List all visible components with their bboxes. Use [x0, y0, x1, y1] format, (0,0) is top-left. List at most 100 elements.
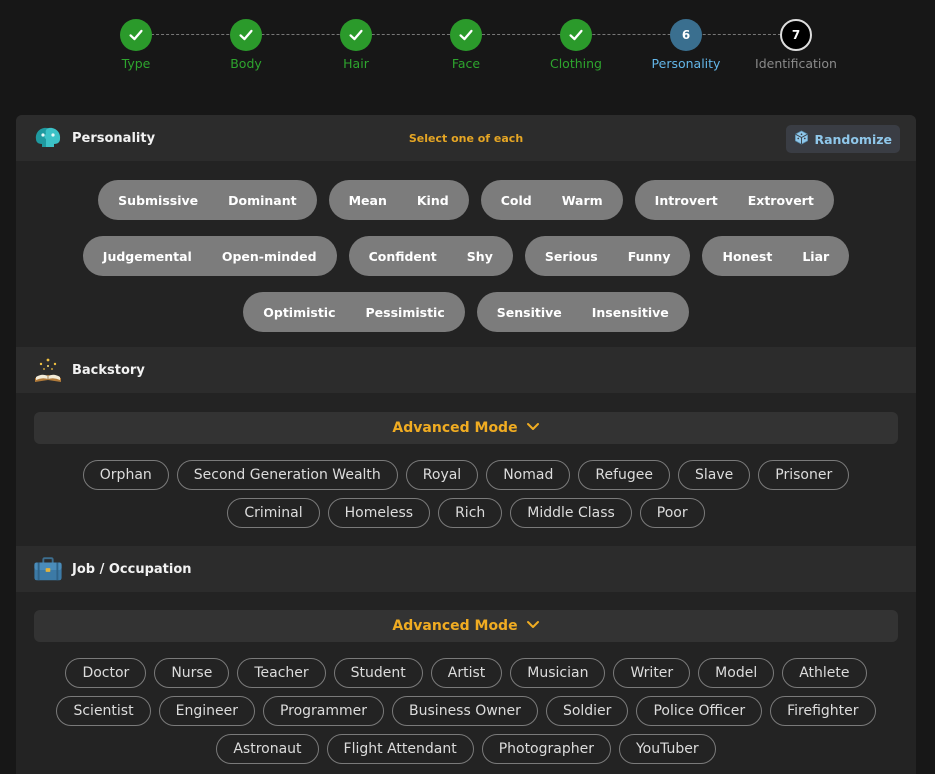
trait-option[interactable]: Honest	[722, 249, 772, 264]
backstory-chip[interactable]: Nomad	[486, 460, 571, 490]
progress-stepper: Type Body Hair Face Clothing 6 Personali…	[0, 0, 935, 100]
trait-option[interactable]: Funny	[628, 249, 671, 264]
chevron-down-icon	[526, 618, 540, 634]
job-chip[interactable]: Scientist	[56, 696, 151, 726]
trait-pair: Confident Shy	[348, 236, 513, 276]
trait-pair: Sensitive Insensitive	[476, 292, 689, 332]
trait-pair: Optimistic Pessimistic	[243, 292, 465, 332]
trait-option[interactable]: Confident	[369, 249, 437, 264]
trait-option[interactable]: Introvert	[655, 193, 718, 208]
backstory-chip[interactable]: Second Generation Wealth	[176, 460, 398, 490]
job-options-row: Scientist Engineer Programmer Business O…	[16, 696, 916, 726]
trait-pair: Introvert Extrovert	[634, 180, 834, 220]
trait-pair: Cold Warm	[480, 180, 623, 220]
open-book-icon	[33, 356, 63, 384]
job-chip[interactable]: Soldier	[545, 696, 629, 726]
job-chip[interactable]: Athlete	[782, 658, 867, 688]
check-icon	[450, 19, 482, 51]
step-personality[interactable]: 6 Personality	[631, 19, 741, 71]
job-chip[interactable]: Model	[698, 658, 775, 688]
step-label: Identification	[755, 56, 837, 71]
advanced-mode-label: Advanced Mode	[392, 420, 518, 436]
job-chip[interactable]: Firefighter	[770, 696, 876, 726]
check-icon	[340, 19, 372, 51]
step-face[interactable]: Face	[411, 19, 521, 71]
trait-option[interactable]: Mean	[349, 193, 387, 208]
job-chip[interactable]: Police Officer	[636, 696, 763, 726]
select-hint: Select one of each	[408, 132, 524, 145]
trait-option[interactable]: Liar	[802, 249, 829, 264]
trait-option[interactable]: Extrovert	[748, 193, 814, 208]
step-clothing[interactable]: Clothing	[521, 19, 631, 71]
job-options-row: Doctor Nurse Teacher Student Artist Musi…	[16, 658, 916, 688]
trait-option[interactable]: Warm	[562, 193, 603, 208]
step-label: Hair	[343, 56, 369, 71]
trait-option[interactable]: Insensitive	[592, 305, 669, 320]
section-title: Job / Occupation	[72, 561, 192, 577]
personality-row: Judgemental Open-minded Confident Shy Se…	[16, 236, 916, 276]
backstory-chip[interactable]: Homeless	[327, 498, 431, 528]
section-title: Backstory	[72, 362, 145, 378]
job-chip[interactable]: Nurse	[154, 658, 230, 688]
job-chip[interactable]: Student	[333, 658, 423, 688]
backstory-chip[interactable]: Refugee	[578, 460, 670, 490]
step-number: 6	[670, 19, 702, 51]
job-chip[interactable]: Doctor	[65, 658, 147, 688]
backstory-chip[interactable]: Slave	[678, 460, 751, 490]
trait-option[interactable]: Kind	[417, 193, 449, 208]
briefcase-icon	[33, 555, 63, 583]
backstory-header: Backstory	[16, 347, 916, 393]
backstory-advanced-mode-toggle[interactable]: Advanced Mode	[34, 412, 898, 444]
trait-pair: Mean Kind	[328, 180, 469, 220]
job-chip[interactable]: Writer	[613, 658, 691, 688]
job-chip[interactable]: Engineer	[158, 696, 255, 726]
character-options-panel: Personality Select one of each Randomize…	[16, 115, 916, 774]
trait-option[interactable]: Dominant	[228, 193, 296, 208]
trait-option[interactable]: Optimistic	[263, 305, 335, 320]
job-chip[interactable]: Flight Attendant	[326, 734, 474, 764]
job-chip[interactable]: Artist	[430, 658, 503, 688]
step-label: Clothing	[549, 56, 602, 71]
backstory-chip[interactable]: Criminal	[227, 498, 320, 528]
trait-option[interactable]: Cold	[501, 193, 532, 208]
check-icon	[560, 19, 592, 51]
job-chip[interactable]: Astronaut	[216, 734, 319, 764]
step-type[interactable]: Type	[81, 19, 191, 71]
step-label: Personality	[651, 56, 721, 71]
step-identification[interactable]: 7 Identification	[741, 19, 851, 71]
job-advanced-mode-toggle[interactable]: Advanced Mode	[34, 610, 898, 642]
job-chip[interactable]: Programmer	[262, 696, 385, 726]
trait-option[interactable]: Open-minded	[222, 249, 317, 264]
job-chip[interactable]: Teacher	[237, 658, 326, 688]
backstory-chip[interactable]: Royal	[405, 460, 479, 490]
job-options-row: Astronaut Flight Attendant Photographer …	[16, 734, 916, 764]
trait-option[interactable]: Sensitive	[497, 305, 562, 320]
job-chip[interactable]: Photographer	[481, 734, 611, 764]
backstory-chip[interactable]: Orphan	[82, 460, 169, 490]
job-chip[interactable]: YouTuber	[618, 734, 716, 764]
randomize-button[interactable]: Randomize	[786, 125, 900, 153]
job-header: Job / Occupation	[16, 546, 916, 592]
trait-option[interactable]: Pessimistic	[366, 305, 445, 320]
backstory-chip[interactable]: Rich	[438, 498, 503, 528]
backstory-chip[interactable]: Prisoner	[758, 460, 850, 490]
check-icon	[120, 19, 152, 51]
step-label: Type	[121, 56, 151, 71]
step-hair[interactable]: Hair	[301, 19, 411, 71]
backstory-chip[interactable]: Poor	[639, 498, 705, 528]
trait-option[interactable]: Serious	[545, 249, 598, 264]
trait-option[interactable]: Judgemental	[103, 249, 192, 264]
backstory-chip[interactable]: Middle Class	[510, 498, 632, 528]
step-label: Body	[230, 56, 262, 71]
trait-pair: Submissive Dominant	[98, 180, 317, 220]
step-body[interactable]: Body	[191, 19, 301, 71]
trait-pair: Honest Liar	[702, 236, 850, 276]
trait-option[interactable]: Submissive	[118, 193, 198, 208]
job-chip[interactable]: Business Owner	[392, 696, 538, 726]
job-chip[interactable]: Musician	[510, 658, 606, 688]
chevron-down-icon	[526, 420, 540, 436]
trait-pair: Serious Funny	[524, 236, 691, 276]
personality-header: Personality Select one of each Randomize	[16, 115, 916, 161]
trait-option[interactable]: Shy	[467, 249, 493, 264]
check-icon	[230, 19, 262, 51]
